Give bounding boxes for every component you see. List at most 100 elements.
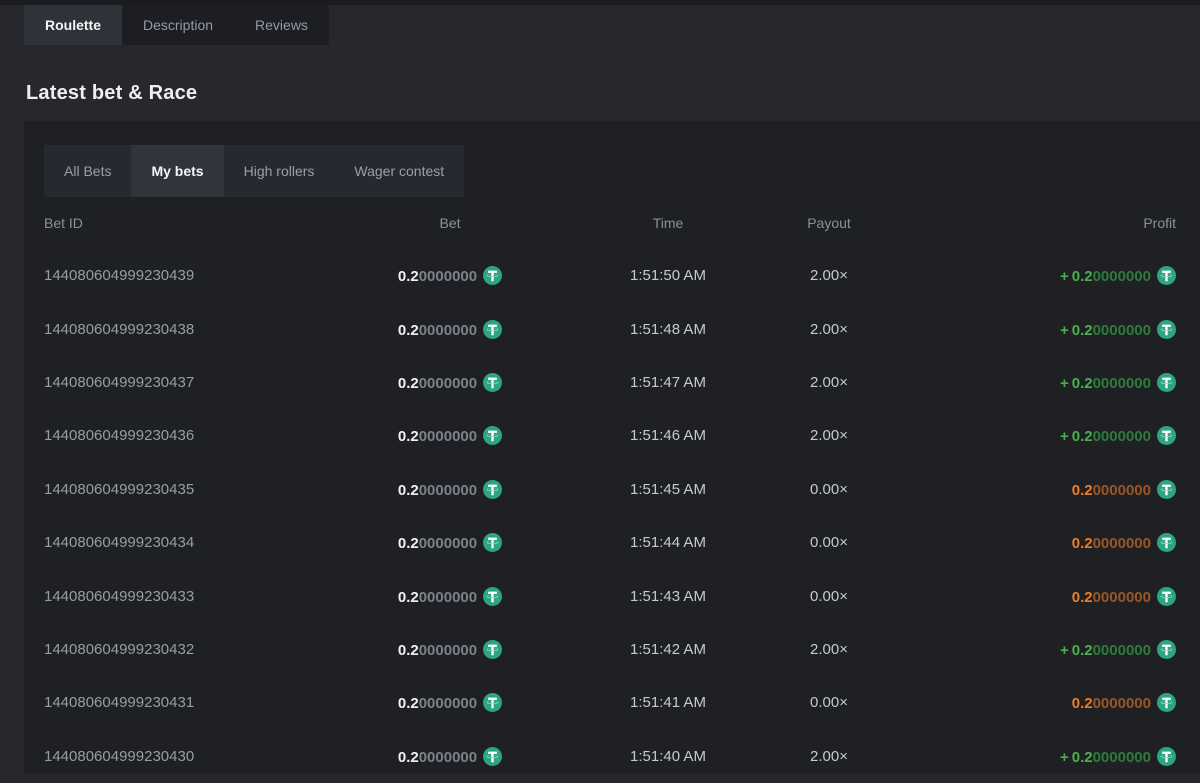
profit-cell: +0.20000000 [872,640,1176,659]
tether-icon [1157,747,1176,766]
bet-amount-decimals: 0000000 [419,375,477,392]
time-cell: 1:51:44 AM [550,534,786,551]
page-tabs: Roulette Description Reviews [24,5,329,45]
table-row: 144080604999230433 0.2 0000000 1:51:43 AM… [44,569,1176,622]
bet-cell: 0.20000000 [350,693,550,712]
profit-cell: +0.20000000 [872,266,1176,285]
tether-icon [1157,587,1176,606]
profit-amount-main: 0.2 [1072,268,1093,285]
tether-icon [483,533,502,552]
time-cell: 1:51:41 AM [550,694,786,711]
tab-roulette[interactable]: Roulette [24,5,122,45]
profit-sign: + [1060,428,1069,445]
col-header-bet-id: Bet ID [44,215,350,231]
profit-amount-main: 0.2 [1072,589,1093,606]
bet-cell: 0.20000000 [350,426,550,445]
bet-cell: 0.20000000 [350,747,550,766]
bet-amount-main: 0.2 [398,482,419,499]
time-cell: 1:51:40 AM [550,748,786,765]
profit-cell: +0.20000000 [872,373,1176,392]
bet-amount-main: 0.2 [398,749,419,766]
latest-bets-panel: All Bets My bets High rollers Wager cont… [24,121,1200,773]
table-header: Bet ID Bet Time Payout Profit [44,197,1176,249]
payout-cell: 2.00× [786,321,872,338]
profit-cell: +0.20000000 [872,747,1176,766]
tab-wager-contest[interactable]: Wager contest [334,145,464,197]
payout-cell: 2.00× [786,427,872,444]
profit-amount-decimals: 0000000 [1093,268,1151,285]
tab-reviews[interactable]: Reviews [234,5,329,45]
bet-amount-decimals: 0000000 [419,589,477,606]
col-header-payout: Payout [786,215,872,231]
tether-icon [483,373,502,392]
tab-high-rollers[interactable]: High rollers [224,145,335,197]
time-cell: 1:51:46 AM [550,427,786,444]
profit-sign: + [1060,375,1069,392]
bet-cell: 0.20000000 [350,480,550,499]
tether-icon [1157,480,1176,499]
bet-amount-decimals: 0000000 [419,482,477,499]
profit-amount-decimals: 0000000 [1093,749,1151,766]
profit-cell: +0.20000000 [872,426,1176,445]
bet-cell: 0.20000000 [350,373,550,392]
tether-icon [483,747,502,766]
col-header-bet: Bet [350,215,550,231]
bet-cell: 0.20000000 [350,533,550,552]
table-row: 144080604999230435 0.20000000 1:51:45 AM… [44,463,1176,516]
payout-cell: 0.00× [786,694,872,711]
bet-amount-decimals: 0000000 [419,268,477,285]
table-row: 144080604999230436 0.20000000 1:51:46 AM… [44,409,1176,462]
bet-id-cell: 144080604999230433 [44,588,350,605]
bet-id-cell: 144080604999230437 [44,374,350,391]
tab-my-bets[interactable]: My bets [131,145,223,197]
bet-cell: 0.20000000 [350,266,550,285]
bet-amount-main: 0.2 [398,268,419,285]
bet-amount-decimals: 0000000 [419,428,477,445]
tether-icon [1157,693,1176,712]
table-row: 144080604999230431 0.20000000 1:51:41 AM… [44,676,1176,729]
bet-id-cell: 144080604999230435 [44,481,350,498]
payout-cell: 2.00× [786,748,872,765]
profit-amount-main: 0.2 [1072,749,1093,766]
payout-cell: 2.00× [786,641,872,658]
bets-filter-tabs: All Bets My bets High rollers Wager cont… [44,145,464,197]
profit-amount-main: 0.2 [1072,642,1093,659]
tether-icon [483,426,502,445]
bet-amount-decimals: 0000000 [419,322,477,339]
bet-cell: 0.20000000 [350,640,550,659]
tether-icon [1157,533,1176,552]
time-cell: 1:51:43 AM [550,588,786,605]
tether-icon [1157,320,1176,339]
profit-amount-decimals: 0000000 [1093,428,1151,445]
profit-amount-main: 0.2 [1072,428,1093,445]
profit-sign: + [1060,268,1069,285]
profit-sign: + [1060,322,1069,339]
tether-icon [483,693,502,712]
tab-description[interactable]: Description [122,5,234,45]
time-cell: 1:51:47 AM [550,374,786,391]
tab-all-bets[interactable]: All Bets [44,145,131,197]
payout-cell: 2.00× [786,374,872,391]
bet-id-cell: 144080604999230439 [44,267,350,284]
bet-amount-main: 0.2 [398,695,419,712]
payout-cell: 0.00× [786,481,872,498]
tether-icon [1157,373,1176,392]
table-row: 144080604999230434 0.20000000 1:51:44 AM… [44,516,1176,569]
bet-amount-decimals: 0000000 [419,535,477,552]
profit-amount-main: 0.2 [1072,375,1093,392]
bet-id-cell: 144080604999230431 [44,694,350,711]
profit-amount-decimals: 0000000 [1093,695,1151,712]
bet-id-cell: 144080604999230432 [44,641,350,658]
payout-cell: 2.00× [786,267,872,284]
tether-icon [483,587,502,606]
profit-amount-main: 0.2 [1072,482,1093,499]
time-cell: 1:51:48 AM [550,321,786,338]
bet-cell: 0.20000000 [350,320,550,339]
tether-icon [1157,640,1176,659]
table-row: 144080604999230430 0.20000000 1:51:40 AM… [44,730,1176,783]
profit-amount-decimals: 0000000 [1093,375,1151,392]
profit-sign: + [1060,749,1069,766]
bet-id-cell: 144080604999230436 [44,427,350,444]
bet-amount-decimals: 0000000 [419,749,477,766]
profit-amount-main: 0.2 [1072,695,1093,712]
